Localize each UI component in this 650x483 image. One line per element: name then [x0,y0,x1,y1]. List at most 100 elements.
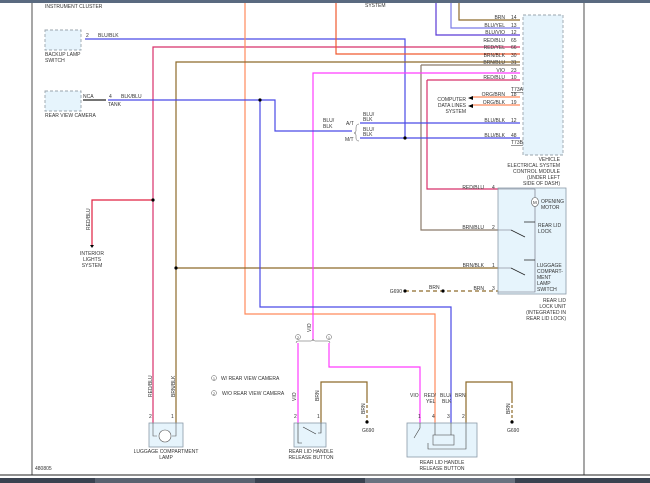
pin-number: 65 [511,38,517,44]
wire-label: BLK [323,124,333,130]
pin-number: 12 [511,30,517,36]
lamp-icon [158,429,172,443]
splice-dot [403,289,407,293]
pin-number: 4 [109,94,112,100]
wire-label: ORG/BRN [482,92,506,98]
wire-vio-opt1 [328,343,421,423]
pin-number: 2 [492,225,495,231]
wire-label: RED/BLU [483,38,505,44]
wire-label: ORG/BLK [483,100,506,106]
wiring-diagram: INSTRUMENT CLUSTER SYSTEM BACKUP LAMP SW… [0,0,650,483]
wire-label: BRN/BLK [171,375,177,397]
wire-label: VIO [307,323,313,332]
wire-label: BLU/BLK [98,33,119,39]
wire-label: BRN [315,390,321,401]
nca-label: NCA [83,94,94,100]
wire-label: BRN [361,403,367,414]
interior-lights-label: SYSTEM [82,263,103,269]
splice-dot [258,98,262,102]
wire-label: BRN/BLU [483,60,505,66]
wire-label: BRN [473,286,484,292]
bottom-bar-segment [95,478,255,483]
legend-text: W/ REAR VIEW CAMERA [221,376,280,382]
wire-label: YEL [426,399,436,405]
wire-label: RED/BLU [462,185,484,191]
top-bar [0,0,650,3]
motor-symbol: M [533,200,537,205]
connector-label: T73A [511,87,524,93]
at-label: A/T [346,121,354,127]
wire-label: VIO [410,393,419,399]
wire-label: BRN [494,15,505,21]
pin-number: 30 [511,53,517,59]
splice-dot [510,420,514,424]
backup-lamp-switch-label: SWITCH [45,58,65,64]
pin-number: 1 [317,414,320,420]
pin-number: 2 [149,414,152,420]
splice-dot [151,198,155,202]
option-number: 1 [328,336,330,340]
wire-red-blu-interior [91,199,153,245]
wire-label: BRN/BLK [463,263,485,269]
wire-label: BLU/VIO [485,30,505,36]
wires [83,3,520,424]
vehicle-electrical-system-control-module [522,14,564,156]
legend-number: 1 [213,377,215,381]
backup-lamp-switch [44,29,82,51]
bottom-bar-segment [365,478,515,483]
wire-label: RED/BLU [148,375,154,397]
splice-dot [174,266,178,270]
component-label: LOCK [538,229,552,235]
pin-number: 1 [171,414,174,420]
pin-number: 3 [447,414,450,420]
rear-lid-lock-unit-label: REAR LID LOCK) [526,316,566,322]
system-label: SYSTEM [365,3,386,9]
wire-label: VIO [496,68,505,74]
wire-label: RED/BLU [86,208,92,230]
pin-number: 2 [294,414,297,420]
diagram-id: 480805 [35,466,52,472]
wire-blu-blk-button [259,100,452,423]
wire-blu-vio [435,3,520,36]
ground-label: G690 [390,289,402,295]
wire-label: BRN/BLK [484,53,506,59]
option-number: 2 [297,336,299,340]
brace [353,123,360,142]
wire-label: BRN [506,403,512,414]
splice-dot [403,136,407,140]
wire-label: VIO [292,392,298,401]
button-label: RELEASE BUTTON [289,455,334,461]
rear-view-camera-label: REAR VIEW CAMERA [45,113,97,119]
wire-red-yel-button [244,3,436,423]
wire-brn-right [465,381,513,423]
brace [295,338,331,344]
arrow-icon [468,96,473,108]
wire-label: BRN [429,285,440,291]
ground-label: G690 [362,428,374,434]
pin-number: 12 [511,118,517,124]
pin-number: 19 [511,100,517,106]
splice-dot [365,420,369,424]
wire-label: RED/YEL [484,45,506,51]
wire-label: RED/BLU [483,75,505,81]
pin-number: 66 [511,45,517,51]
wire-label: BLK/BLU [121,94,142,100]
wire-label: BLK [363,117,373,123]
arrow-icon [90,245,94,248]
component-label: MOTOR [541,205,560,211]
tank-label: TANK [108,102,122,108]
pin-number: 14 [511,15,517,21]
wire-brn-left [320,381,368,423]
pin-number: 3 [492,286,495,292]
pin-number: 2 [462,414,465,420]
vecm-pins: BRN 14 BLU/YEL 13 BLU/VIO 12 RED/BLU 65 RED/YEL 6… [482,15,517,139]
wire-label: BRN/BLU [462,225,484,231]
button-label: RELEASE BUTTON [420,466,465,472]
pin-number: 13 [511,23,517,29]
instrument-cluster-label: INSTRUMENT CLUSTER [45,4,103,10]
button-module [432,434,455,446]
pin-number: 1 [418,414,421,420]
wire-label: BRN [455,393,466,399]
component-label: SWITCH [537,287,557,293]
connector-label: T73B [511,140,524,146]
